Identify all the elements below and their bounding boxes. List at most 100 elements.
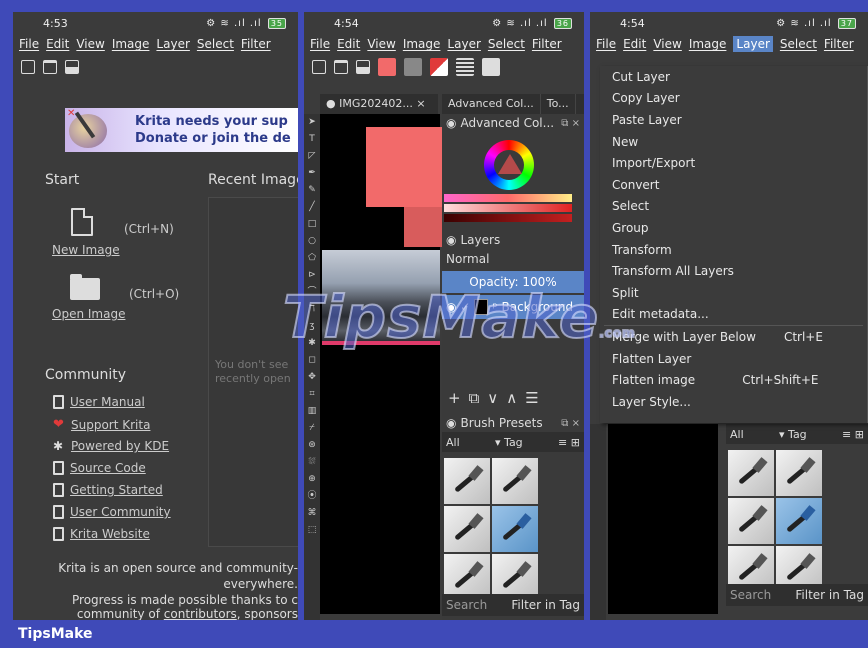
hue-slider[interactable]	[444, 194, 572, 202]
brush-preset[interactable]	[444, 506, 490, 552]
menu-item-merge-down[interactable]: Merge with Layer Below Ctrl+E	[600, 326, 867, 348]
smart-patch-icon[interactable]: ⊛	[304, 437, 320, 454]
open-folder-icon[interactable]	[43, 60, 57, 74]
menu-select[interactable]: Select	[780, 37, 817, 51]
menu-item-paste-layer[interactable]: Paste Layer	[600, 109, 867, 131]
menu-item-cut-layer[interactable]: Cut Layer	[600, 66, 867, 88]
menu-item-group[interactable]: Group	[600, 217, 867, 239]
menu-item-flatten-layer[interactable]: Flatten Layer	[600, 348, 867, 370]
user-community-link[interactable]: User Community	[53, 505, 171, 519]
menu-layer[interactable]: Layer	[156, 37, 189, 51]
menu-file[interactable]: File	[19, 37, 39, 51]
move-up-icon[interactable]: ∧	[506, 389, 517, 407]
view-mode-icon[interactable]: ≡ ⊞	[842, 428, 864, 441]
text-tool-icon[interactable]: T	[304, 131, 320, 148]
gradient-tool-icon[interactable]: ▥	[304, 403, 320, 420]
polyline-tool-icon[interactable]: ⊳	[304, 267, 320, 284]
gradient-icon[interactable]	[482, 58, 500, 76]
tag-select[interactable]: ▾ Tag	[779, 428, 807, 441]
docker-controls-icon[interactable]: ⧉ ×	[561, 118, 584, 129]
new-document-icon[interactable]	[312, 60, 326, 74]
brush-preset[interactable]	[776, 450, 822, 496]
duplicate-layer-icon[interactable]: ⧉	[469, 389, 480, 407]
brush-preset-selected[interactable]	[492, 506, 538, 552]
menu-item-transform-all-layers[interactable]: Transform All Layers	[600, 260, 867, 282]
brush-category-select[interactable]: All	[730, 428, 744, 441]
menu-layer-active[interactable]: Layer	[733, 36, 773, 52]
save-icon[interactable]	[356, 60, 370, 74]
reference-tool-icon[interactable]: ⌘	[304, 505, 320, 522]
selection-tool-icon[interactable]: ⬚	[304, 522, 320, 539]
menu-filter[interactable]: Filter	[532, 37, 562, 51]
menu-image[interactable]: Image	[689, 37, 727, 51]
open-image-link[interactable]: Open Image	[52, 307, 125, 321]
menu-item-new[interactable]: New	[600, 131, 867, 153]
ellipse-tool-icon[interactable]: ○	[304, 233, 320, 250]
canvas-document-tab[interactable]: ● IMG202402... ×	[320, 94, 438, 114]
view-mode-icon[interactable]: ≡ ⊞	[558, 436, 580, 449]
menu-item-import-export[interactable]: Import/Export	[600, 152, 867, 174]
edit-shape-icon[interactable]: ◸	[304, 148, 320, 165]
getting-started-link[interactable]: Getting Started	[53, 483, 163, 497]
filter-in-tag-checkbox[interactable]: Filter in Tag	[795, 588, 864, 602]
brush-preset[interactable]	[492, 458, 538, 504]
new-document-icon[interactable]	[21, 60, 35, 74]
menu-select[interactable]: Select	[197, 37, 234, 51]
layer-menu-icon[interactable]: ☰	[525, 389, 538, 407]
menu-item-flatten-image[interactable]: Flatten image Ctrl+Shift+E	[600, 369, 867, 391]
menu-item-select[interactable]: Select	[600, 196, 867, 218]
rectangle-tool-icon[interactable]: □	[304, 216, 320, 233]
add-layer-icon[interactable]: +	[448, 389, 461, 407]
powered-by-kde-link[interactable]: ✱ Powered by KDE	[53, 439, 169, 453]
krita-website-link[interactable]: Krita Website	[53, 527, 150, 541]
menu-item-copy-layer[interactable]: Copy Layer	[600, 88, 867, 110]
polygon-tool-icon[interactable]: ⬠	[304, 250, 320, 267]
tag-select[interactable]: ▾ Tag	[495, 436, 523, 449]
menu-item-layer-style[interactable]: Layer Style...	[600, 391, 867, 413]
menu-edit[interactable]: Edit	[623, 37, 646, 51]
menu-edit[interactable]: Edit	[337, 37, 360, 51]
transform-tool-icon[interactable]: ◻	[304, 352, 320, 369]
menu-image[interactable]: Image	[403, 37, 441, 51]
menu-item-split[interactable]: Split	[600, 282, 867, 304]
open-folder-icon[interactable]	[334, 60, 348, 74]
fill-tool-icon[interactable]: ⛆	[304, 454, 320, 471]
swap-colors-icon[interactable]	[430, 58, 448, 76]
brush-tool-icon[interactable]: ✎	[304, 182, 320, 199]
menu-item-transform[interactable]: Transform	[600, 239, 867, 261]
measure-tool-icon[interactable]: ⦿	[304, 488, 320, 505]
calligraphy-icon[interactable]: ✒	[304, 165, 320, 182]
select-tool-icon[interactable]: ➤	[304, 114, 320, 131]
menu-filter[interactable]: Filter	[824, 37, 854, 51]
brush-preset[interactable]	[728, 450, 774, 496]
pattern-icon[interactable]	[456, 58, 474, 76]
menu-image[interactable]: Image	[112, 37, 150, 51]
color-triangle[interactable]	[498, 154, 522, 174]
foreground-color-swatch[interactable]	[378, 58, 396, 76]
menu-edit[interactable]: Edit	[46, 37, 69, 51]
open-image-icon[interactable]	[70, 274, 100, 300]
brush-category-select[interactable]: All	[446, 436, 460, 449]
move-tool-icon[interactable]: ✥	[304, 369, 320, 386]
save-icon[interactable]	[65, 60, 79, 74]
tab-advanced-color[interactable]: Advanced Col...	[442, 94, 541, 114]
brush-preset-selected[interactable]	[776, 498, 822, 544]
menu-view[interactable]: View	[76, 37, 104, 51]
menu-layer[interactable]: Layer	[447, 37, 480, 51]
menu-item-convert[interactable]: Convert	[600, 174, 867, 196]
blend-mode-select[interactable]: Normal	[442, 249, 584, 269]
menu-filter[interactable]: Filter	[241, 37, 271, 51]
line-tool-icon[interactable]: ╱	[304, 199, 320, 216]
move-down-icon[interactable]: ∨	[487, 389, 498, 407]
brush-search-input[interactable]: Search	[730, 588, 771, 602]
menu-item-edit-metadata[interactable]: Edit metadata...	[600, 304, 867, 326]
menu-view[interactable]: View	[367, 37, 395, 51]
source-code-link[interactable]: Source Code	[53, 461, 146, 475]
user-manual-link[interactable]: User Manual	[53, 395, 145, 409]
background-color-swatch[interactable]	[404, 58, 422, 76]
brush-preset[interactable]	[444, 458, 490, 504]
support-krita-link[interactable]: ❤ Support Krita	[53, 417, 150, 432]
new-image-link[interactable]: New Image	[52, 243, 120, 257]
drawing-canvas[interactable]	[608, 424, 718, 614]
close-banner-icon[interactable]: ✕	[67, 108, 75, 119]
